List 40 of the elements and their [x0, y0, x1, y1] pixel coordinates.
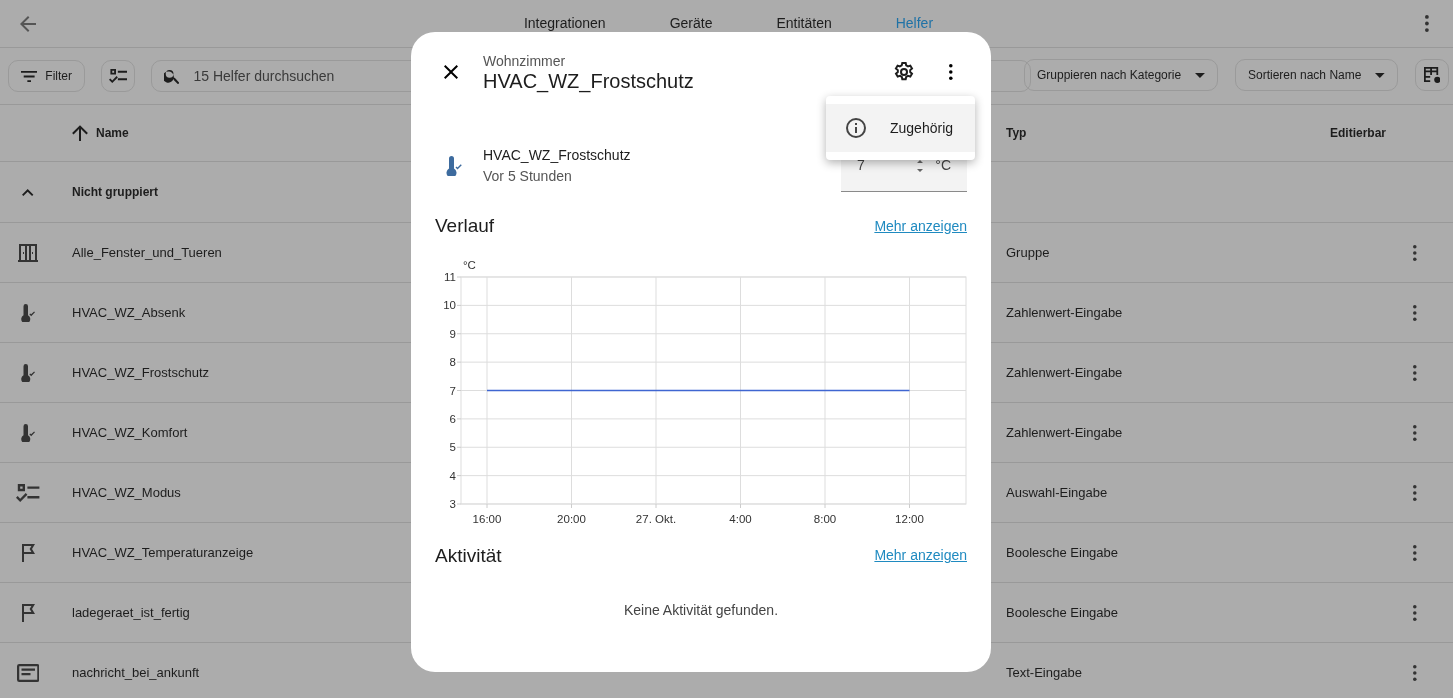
helper-type: Gruppe: [1006, 244, 1050, 260]
x-tick-label: 8:00: [813, 512, 837, 525]
helper-name: HVAC_WZ_Frostschutz: [72, 364, 209, 380]
y-tick-label: 5: [449, 440, 456, 453]
y-tick-label: 10: [443, 298, 456, 311]
helper-name: HVAC_WZ_Absenk: [72, 304, 186, 320]
x-tick-label: 12:00: [895, 512, 924, 525]
helper-type: Zahlenwert-Eingabe: [1006, 364, 1123, 380]
helper-name: nachricht_bei_ankunft: [72, 664, 200, 680]
y-tick-label: 11: [444, 270, 456, 283]
helper-type: Boolesche Eingabe: [1006, 544, 1119, 560]
y-tick-label: 4: [449, 469, 456, 482]
helper-name: HVAC_WZ_Komfort: [72, 424, 188, 440]
helper-type: Zahlenwert-Eingabe: [1006, 304, 1123, 320]
helper-type: Boolesche Eingabe: [1006, 604, 1119, 620]
helper-type: Zahlenwert-Eingabe: [1006, 424, 1123, 440]
y-tick-label: 6: [449, 412, 456, 425]
y-tick-label: 3: [449, 497, 456, 510]
section-heading: Verlauf: [435, 214, 495, 238]
x-tick-label: 20:00: [557, 512, 586, 525]
y-tick-label: 9: [449, 327, 456, 340]
x-tick-label: 16:00: [472, 512, 502, 525]
y-tick-label: 8: [449, 355, 456, 368]
section-heading: Aktivität: [435, 543, 502, 568]
axis-unit: °C: [463, 258, 476, 271]
empty-activity-message: Keine Aktivität gefunden.: [623, 602, 779, 618]
helper-name: Alle_Fenster_und_Tueren: [72, 244, 222, 260]
dialog-subtitle: Wohnzimmer: [483, 53, 567, 69]
entity-name: HVAC_WZ_Frostschutz: [483, 146, 632, 165]
x-tick-label: 27. Okt.: [635, 512, 677, 525]
y-tick-label: 7: [449, 384, 456, 396]
helper-type: Auswahl-Eingabe: [1006, 484, 1108, 500]
helper-name: HVAC_WZ_Temperaturanzeige: [72, 544, 254, 560]
helper-type: Text-Eingabe: [1006, 664, 1082, 680]
group-label: Nicht gruppiert: [72, 185, 158, 200]
helper-name: HVAC_WZ_Modus: [72, 484, 181, 500]
dialog-title: HVAC_WZ_Frostschutz: [483, 69, 695, 93]
last-changed: Vor 5 Stunden: [483, 167, 573, 186]
x-tick-label: 4:00: [729, 512, 752, 525]
helper-name: ladegeraet_ist_fertig: [72, 604, 190, 620]
